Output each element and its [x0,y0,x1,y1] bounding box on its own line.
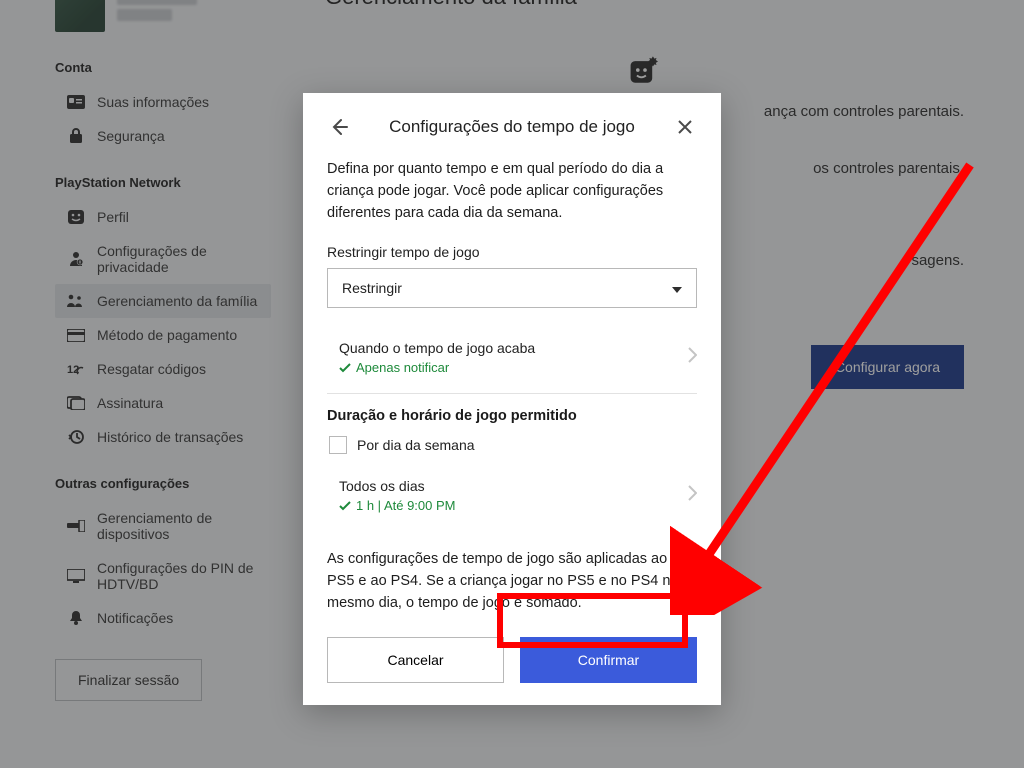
check-icon [339,501,351,511]
timeout-value: Apenas notificar [356,360,449,375]
restrict-value: Restringir [342,280,402,296]
back-button[interactable] [327,115,351,139]
all-days-title: Todos os dias [339,478,456,494]
check-icon [339,363,351,373]
timeout-title: Quando o tempo de jogo acaba [339,340,535,356]
cancel-button[interactable]: Cancelar [327,637,504,683]
modal-footnote: As configurações de tempo de jogo são ap… [327,549,697,614]
chevron-right-icon [688,485,697,506]
all-days-row[interactable]: Todos os dias 1 h | Até 9:00 PM [327,472,697,527]
divider [327,393,697,394]
restrict-label: Restringir tempo de jogo [327,244,697,260]
restrict-select[interactable]: Restringir [327,268,697,308]
caret-down-icon [672,280,682,296]
timeout-row[interactable]: Quando o tempo de jogo acaba Apenas noti… [327,334,697,389]
per-day-checkbox-row[interactable]: Por dia da semana [327,436,697,454]
playtime-settings-modal: Configurações do tempo de jogo Defina po… [303,93,721,705]
duration-heading: Duração e horário de jogo permitido [327,408,697,424]
modal-description: Defina por quanto tempo e em qual períod… [327,159,697,224]
chevron-right-icon [688,347,697,368]
all-days-value: 1 h | Até 9:00 PM [356,498,456,513]
per-day-label: Por dia da semana [357,437,475,453]
modal-title: Configurações do tempo de jogo [351,117,673,137]
close-button[interactable] [673,115,697,139]
confirm-button[interactable]: Confirmar [520,637,697,683]
checkbox-unchecked [329,436,347,454]
